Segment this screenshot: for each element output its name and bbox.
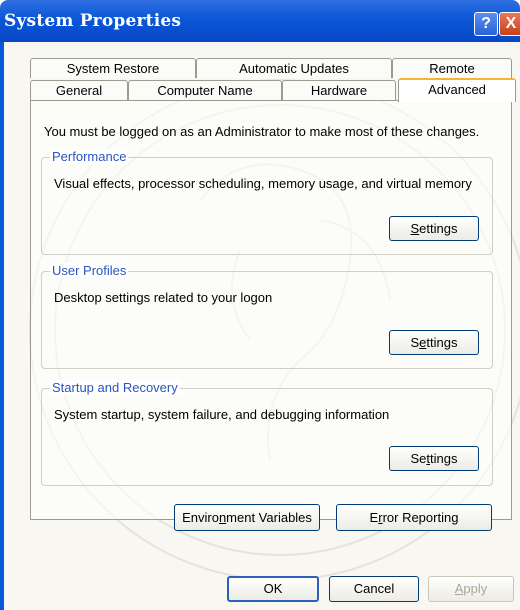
- tab-label: Automatic Updates: [239, 61, 349, 76]
- startup-recovery-group: Startup and Recovery System startup, sys…: [41, 380, 493, 486]
- close-button[interactable]: X: [499, 12, 520, 36]
- tab-hardware[interactable]: Hardware: [282, 80, 396, 100]
- environment-variables-button[interactable]: Environment Variables: [174, 504, 320, 531]
- tab-label: Remote: [429, 61, 475, 76]
- group-description-startup-recovery: System startup, system failure, and debu…: [54, 407, 390, 422]
- user-profiles-settings-button[interactable]: Settings: [389, 330, 479, 355]
- apply-button[interactable]: Apply: [428, 576, 514, 602]
- tab-label: System Restore: [66, 61, 160, 76]
- button-label: Error Reporting: [369, 510, 459, 525]
- title-bar: System Properties ? X: [0, 0, 520, 42]
- group-title-user-profiles: User Profiles: [50, 263, 129, 278]
- window-title: System Properties: [4, 11, 182, 31]
- tab-advanced[interactable]: Advanced: [398, 78, 516, 102]
- tab-remote[interactable]: Remote: [392, 58, 512, 78]
- ok-button[interactable]: OK: [227, 576, 319, 602]
- button-label: Settings: [410, 451, 458, 466]
- group-title-performance: Performance: [50, 149, 129, 164]
- intro-text: You must be logged on as an Administrato…: [44, 124, 480, 139]
- tab-label: Hardware: [310, 83, 368, 98]
- group-title-startup-recovery: Startup and Recovery: [50, 380, 180, 395]
- tab-label: General: [55, 83, 103, 98]
- button-label: Settings: [410, 335, 458, 350]
- help-button[interactable]: ?: [474, 12, 498, 36]
- button-label: Settings: [410, 221, 458, 236]
- group-description-user-profiles: Desktop settings related to your logon: [54, 290, 273, 305]
- tab-system-restore[interactable]: System Restore: [30, 58, 196, 78]
- startup-recovery-settings-button[interactable]: Settings: [389, 446, 479, 471]
- performance-settings-button[interactable]: Settings: [389, 216, 479, 241]
- group-description-performance: Visual effects, processor scheduling, me…: [54, 176, 472, 191]
- button-label: Environment Variables: [182, 510, 312, 525]
- button-label: Apply: [454, 581, 488, 596]
- tab-general[interactable]: General: [30, 80, 128, 100]
- tab-automatic-updates[interactable]: Automatic Updates: [196, 58, 392, 78]
- tab-label: Computer Name: [157, 83, 253, 98]
- tab-label: Advanced: [428, 82, 486, 97]
- tab-computer-name[interactable]: Computer Name: [128, 80, 282, 100]
- error-reporting-button[interactable]: Error Reporting: [336, 504, 492, 531]
- cancel-button[interactable]: Cancel: [329, 576, 419, 602]
